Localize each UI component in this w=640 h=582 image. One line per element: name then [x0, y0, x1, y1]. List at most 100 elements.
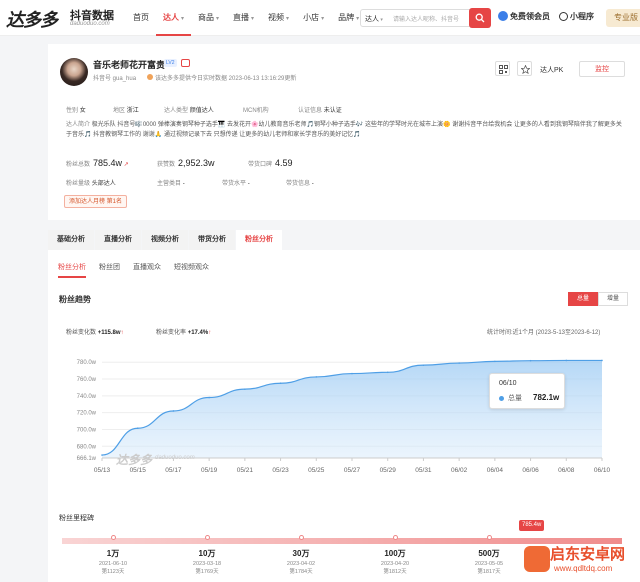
rank-badge[interactable]: 添加达人月榜 第1名 [64, 195, 128, 208]
subtab-1[interactable]: 粉丝团 [99, 262, 120, 278]
toggle-increment[interactable]: 增量 [598, 292, 628, 306]
level-category: 主营类目 - [157, 181, 185, 187]
mini-program-icon [559, 12, 568, 21]
tab-2[interactable]: 视频分析 [142, 230, 188, 250]
top-bar: 达多多 抖音数据 daduoduo.com 首页 达人 ▾ 商品 ▾ 直播 ▾ 视频 ▾ 小店 ▾ 品… [0, 0, 640, 36]
y-tick-label: 700.0w [77, 427, 97, 433]
mini-program-button[interactable]: 小程序 [559, 11, 594, 22]
chart-tooltip: 06/10 总量 782.1w [489, 373, 565, 409]
corner-watermark-title: 启东安卓网 [550, 545, 626, 563]
verify-icon [181, 59, 190, 67]
x-tick-label: 05/31 [415, 467, 432, 474]
level-info: 带货信息 - [286, 181, 314, 187]
level-sales: 带货水平 - [222, 181, 250, 187]
nav-item-4[interactable]: 视频 ▾ [261, 0, 296, 36]
search-button[interactable] [469, 8, 491, 28]
tab-0[interactable]: 基础分析 [48, 230, 94, 250]
x-tick-label: 05/17 [165, 467, 182, 474]
stat-fans: 粉丝总数 785.4w ↗ [66, 158, 129, 168]
kpi-fans-change: 粉丝变化数 +115.8w↑ [66, 330, 124, 336]
x-tick-label: 06/10 [594, 467, 611, 474]
intro-text: 达人简介 极光乐队 抖音号🎼0000 弹棒演奏钢琴种子选手🎹 去发花开🌸幼儿教育… [66, 122, 622, 138]
data-point [565, 359, 568, 362]
data-point [208, 396, 210, 399]
monitor-button[interactable]: 监控 [579, 61, 625, 77]
data-point [172, 410, 175, 412]
milestone-dot [111, 535, 116, 540]
y-tick-label: 666.1w [77, 456, 97, 462]
subtab-2[interactable]: 直播观众 [133, 262, 161, 278]
milestone-item: 100万 2023-04-20 第1812天 [360, 535, 430, 575]
nav-item-0[interactable]: 首页 [126, 0, 156, 36]
info-icon [147, 74, 153, 80]
tooltip-date: 06/10 [499, 380, 517, 387]
chevron-down-icon: ▾ [356, 16, 360, 22]
analysis-tabs: 基础分析 直播分析 视频分析 带货分析 粉丝分析 [48, 230, 283, 250]
data-point [315, 376, 318, 378]
milestone-item: 30万 2023-04-02 第1784天 [266, 535, 336, 575]
data-point [529, 359, 532, 362]
data-point [279, 382, 282, 385]
profile-name: 音乐老师花开富贵 [93, 60, 166, 70]
watermark-logo: 达多多 [116, 453, 153, 467]
qrcode-icon [499, 65, 508, 74]
tab-3[interactable]: 带货分析 [189, 230, 235, 250]
milestone-value: 10万 [198, 549, 216, 558]
update-time: 该达多多提供今日实时数据 2023-06-13 13:16:29更新 [147, 73, 296, 82]
search-box[interactable]: 达人 ▾ 请输入达人昵称、抖音号 [360, 8, 491, 28]
fans-subtabs: 粉丝分析 粉丝团 直播观众 短视频观众 [58, 262, 222, 278]
data-point [458, 362, 460, 364]
milestone-dot [205, 535, 210, 540]
info-auth: 认证信息 未认证 [298, 108, 342, 114]
data-point [386, 371, 389, 374]
pk-button[interactable]: 达人PK [540, 65, 563, 75]
x-tick-label: 05/15 [130, 467, 147, 474]
search-input[interactable]: 请输入达人昵称、抖音号 [393, 14, 459, 23]
milestone-day: 第1784天 [289, 569, 313, 575]
info-gender: 性别 女 [66, 108, 86, 114]
tab-1[interactable]: 直播分析 [95, 230, 141, 250]
x-tick-label: 05/27 [344, 467, 361, 474]
milestone-day: 第1812天 [383, 569, 407, 575]
search-scope-select[interactable]: 达人 ▾ [365, 14, 383, 24]
corner-watermark-url: www.qdltdq.com [554, 564, 613, 573]
milestone-value: 30万 [292, 549, 310, 558]
main-nav: 首页 达人 ▾ 商品 ▾ 直播 ▾ 视频 ▾ 小店 ▾ 品牌 ▾ [126, 0, 366, 36]
nav-item-2[interactable]: 商品 ▾ [191, 0, 226, 36]
logo[interactable]: 达多多 [6, 6, 58, 32]
info-mcn: MCN机构 [243, 108, 269, 114]
x-tick-label: 05/21 [237, 467, 254, 474]
nav-label: 直播 [233, 13, 250, 22]
tooltip-dot [499, 396, 504, 401]
nav-item-5[interactable]: 小店 ▾ [296, 0, 331, 36]
tab-4[interactable]: 粉丝分析 [236, 230, 282, 250]
data-point [136, 427, 139, 430]
nav-label: 达人 [163, 13, 179, 22]
kpi-fans-rate: 粉丝变化率 +17.4%↑ [156, 330, 212, 336]
milestone-item: 1万 2021-06-10 第1123天 [78, 535, 148, 575]
nav-item-3[interactable]: 直播 ▾ [226, 0, 261, 36]
watermark-url: daduoduo.com [155, 455, 195, 461]
data-point [494, 360, 496, 363]
data-point [244, 388, 246, 390]
tooltip-series: 总量 [508, 395, 522, 402]
nav-label: 首页 [133, 13, 149, 22]
chevron-down-icon: ▾ [286, 16, 290, 22]
y-tick-label: 780.0w [77, 360, 97, 366]
nav-label: 视频 [268, 13, 285, 22]
milestone-day: 第1123天 [101, 569, 125, 575]
qrcode-button[interactable] [495, 61, 510, 76]
chevron-down-icon: ▾ [321, 16, 325, 22]
subtab-0[interactable]: 粉丝分析 [58, 262, 86, 278]
x-tick-label: 05/19 [201, 467, 218, 474]
trend-icon: ↗ [123, 162, 129, 168]
toggle-total[interactable]: 总量 [568, 292, 598, 306]
pro-version-button[interactable]: 专业版 [606, 9, 640, 27]
subtab-3[interactable]: 短视频观众 [174, 262, 209, 278]
free-member-button[interactable]: 免费领会员 [498, 11, 550, 22]
favorite-button[interactable] [517, 61, 532, 76]
avatar [60, 58, 88, 86]
corner-watermark: 启东安卓网 www.qdltdq.com [512, 538, 640, 582]
nav-item-1[interactable]: 达人 ▾ [156, 0, 192, 36]
chevron-down-icon: ▾ [216, 16, 220, 22]
